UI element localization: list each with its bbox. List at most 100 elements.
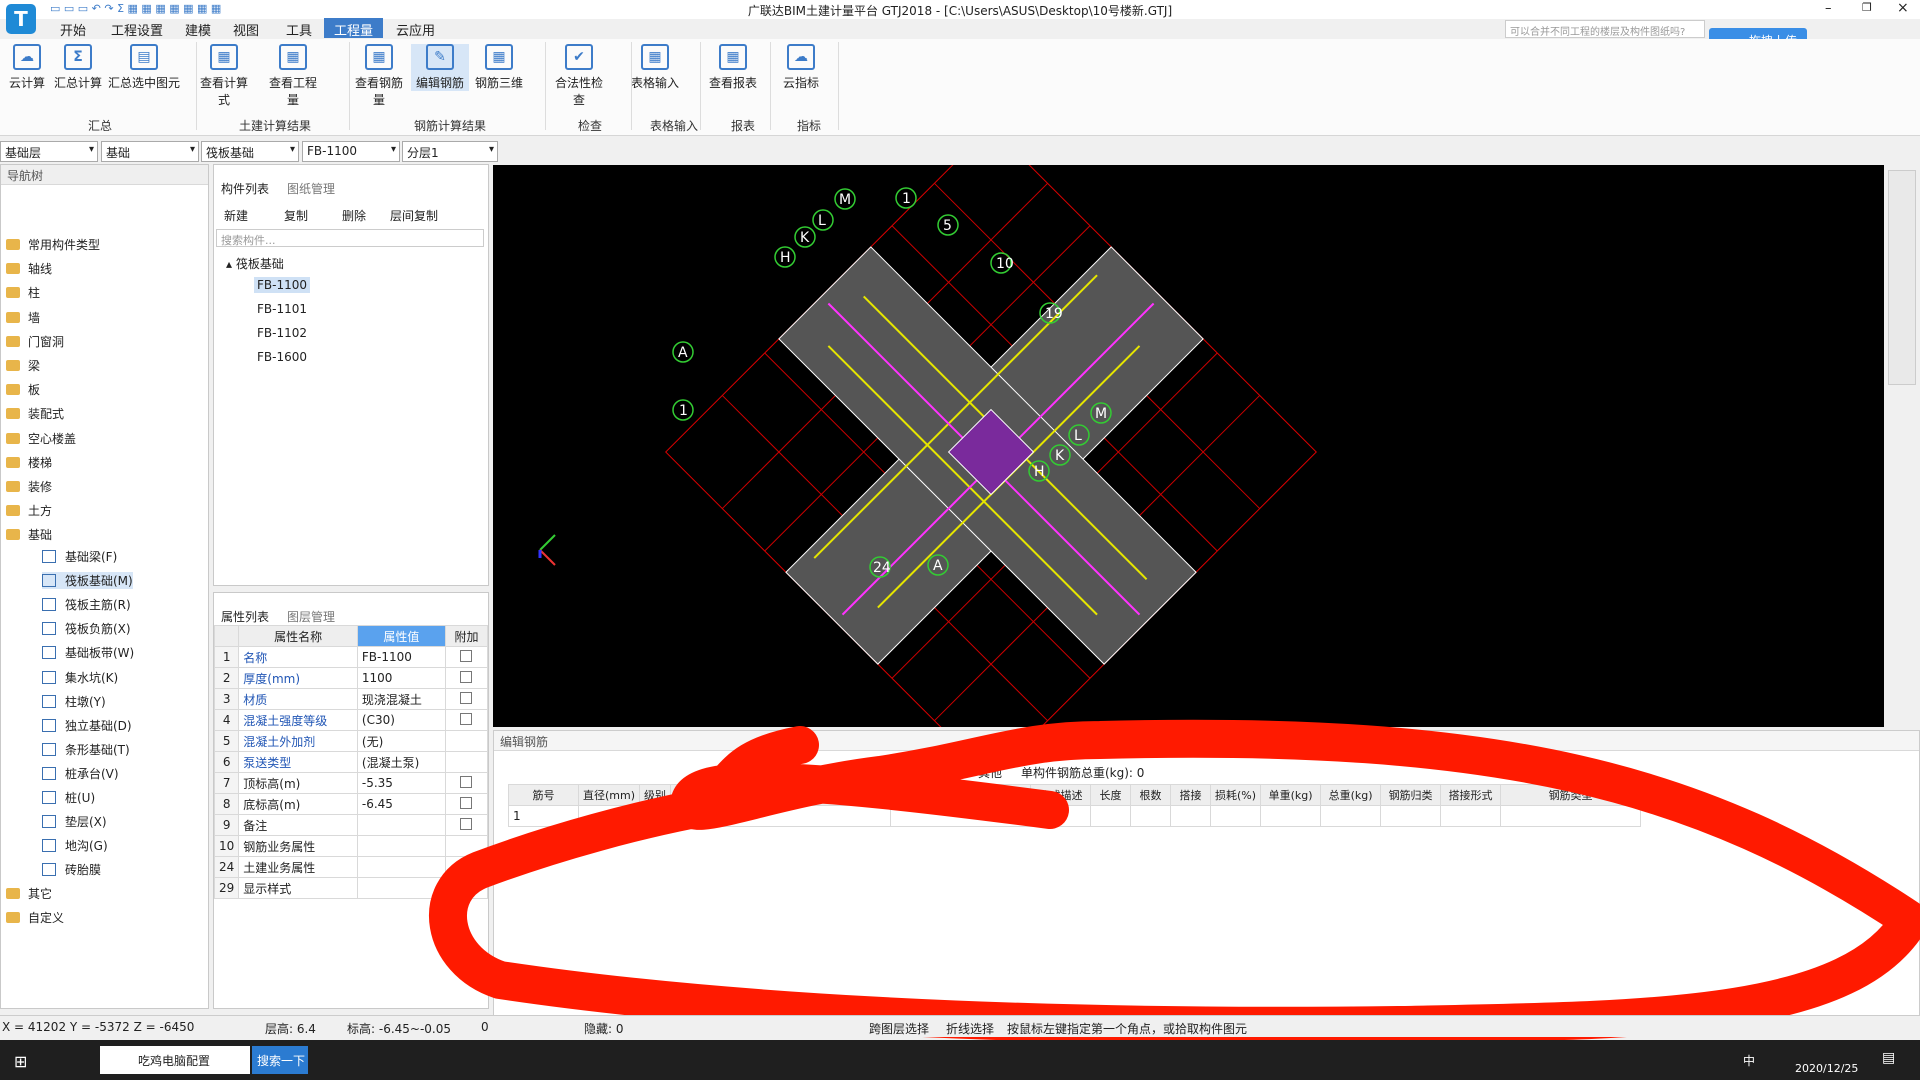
ribbon-button-label: 编辑钢筋	[415, 76, 464, 90]
filter-select-1[interactable]: 基础	[101, 141, 199, 162]
nav-subitem-label: 垫层(X)	[65, 815, 107, 830]
ribbon-group-label: 检查	[578, 119, 603, 133]
filter-select-2[interactable]: 筏板基础	[201, 141, 299, 162]
component-type-icon	[42, 742, 56, 756]
ribbon-button-label: 合法性检查	[554, 76, 603, 107]
nav-item-label: 其它	[28, 887, 53, 901]
nav-item[interactable]: 柱	[6, 284, 40, 301]
nav-subitem[interactable]: 桩(U)	[42, 789, 95, 806]
nav-item-label: 装修	[28, 480, 53, 494]
nav-subitem-label: 砖胎膜	[65, 863, 102, 878]
nav-subitem[interactable]: 独立基础(D)	[42, 717, 132, 734]
nav-item[interactable]: 其它	[6, 885, 52, 902]
taskbar-search-button[interactable]: 搜索一下	[252, 1046, 308, 1074]
menu-tab-5[interactable]: 工程量	[324, 18, 384, 39]
ribbon-button-4[interactable]: ▦ 查看工程量	[264, 44, 322, 108]
nav-item-label: 自定义	[28, 911, 65, 925]
taskbar: ⊞ 吃鸡电脑配置 搜索一下 中 2020/12/25 ▤	[0, 1040, 1920, 1080]
ribbon-separator	[196, 42, 197, 130]
nav-item[interactable]: 板	[6, 381, 40, 398]
menu-tab-3[interactable]: 视图	[233, 18, 259, 39]
nav-subitem[interactable]: 条形基础(T)	[42, 741, 130, 758]
nav-item[interactable]: 常用构件类型	[6, 236, 100, 253]
component-type-icon	[42, 791, 56, 804]
nav-subitem[interactable]: 垫层(X)	[42, 813, 107, 830]
nav-subitem[interactable]: 筏板基础(M)	[42, 572, 133, 590]
clock-date[interactable]: 2020/12/25	[1795, 1062, 1858, 1075]
menu-tab-1[interactable]: 工程设置	[111, 18, 163, 39]
nav-item[interactable]: 空心楼盖	[6, 430, 76, 447]
notification-icon[interactable]: ▤	[1882, 1050, 1895, 1066]
taskbar-app-browser[interactable]: 吃鸡电脑配置	[100, 1046, 250, 1074]
folder-icon	[6, 311, 20, 323]
folder-icon	[6, 432, 20, 444]
ribbon-icon-11: ☁	[787, 44, 815, 70]
nav-subitem[interactable]: 基础梁(F)	[42, 548, 117, 565]
folder-icon	[6, 529, 20, 541]
ribbon-button-label: 云计算	[8, 76, 45, 90]
ribbon-button-7[interactable]: ▦ 钢筋三维	[470, 44, 528, 91]
ribbon-button-1[interactable]: Σ 汇总计算	[49, 44, 107, 91]
ribbon-button-11[interactable]: ☁ 云指标	[772, 44, 830, 91]
nav-item[interactable]: 土方	[6, 502, 52, 519]
component-type-icon	[42, 863, 56, 877]
nav-item[interactable]: 自定义	[6, 909, 64, 926]
ribbon-icon-9: ▦	[641, 44, 669, 70]
component-type-icon	[42, 622, 56, 636]
ribbon-button-2[interactable]: ▤ 汇总选中图元	[104, 44, 184, 91]
ribbon-button-label: 汇总计算	[53, 76, 102, 90]
ime-indicator[interactable]: 中	[1743, 1052, 1755, 1069]
component-type-icon	[42, 646, 56, 660]
ribbon-button-10[interactable]: ▦ 查看报表	[704, 44, 762, 91]
menu-tab-4[interactable]: 工具	[286, 18, 312, 39]
nav-item[interactable]: 楼梯	[6, 454, 52, 471]
hint-text: 按鼠标左键指定第一个角点，或拾取构件图元	[1007, 1022, 1248, 1036]
filter-select-3[interactable]: FB-1100	[302, 141, 400, 162]
ribbon-button-8[interactable]: ✔ 合法性检查	[550, 44, 608, 108]
nav-subitem[interactable]: 柱墩(Y)	[42, 693, 106, 710]
nav-subitem[interactable]: 筏板主筋(R)	[42, 596, 131, 613]
ribbon-separator	[631, 42, 632, 130]
nav-item[interactable]: 轴线	[6, 260, 52, 277]
folder-icon	[6, 505, 20, 517]
nav-item-label: 常用构件类型	[28, 238, 101, 252]
nav-subitem[interactable]: 筏板负筋(X)	[42, 620, 131, 637]
windows-start-icon[interactable]: ⊞	[14, 1052, 27, 1071]
menu-tab-6[interactable]: 云应用	[396, 18, 435, 39]
folder-icon	[6, 384, 20, 396]
ribbon-button-label: 钢筋三维	[474, 76, 523, 90]
filter-select-4[interactable]: 分层1	[402, 141, 498, 162]
nav-item-label: 楼梯	[28, 455, 53, 470]
nav-item[interactable]: 门窗洞	[6, 333, 64, 350]
ribbon-button-0[interactable]: ☁ 云计算	[0, 44, 56, 91]
cross-layer-select-button[interactable]: 跨图层选择	[869, 1020, 929, 1037]
nav-item[interactable]: 装修	[6, 478, 52, 495]
nav-subitem-label: 桩(U)	[65, 791, 96, 805]
nav-subitem[interactable]: 集水坑(K)	[42, 669, 118, 686]
ribbon-button-label: 查看钢筋量	[354, 76, 403, 107]
nav-item[interactable]: 梁	[6, 357, 40, 374]
menu-tab-0[interactable]: 开始	[60, 18, 86, 39]
component-type-icon	[42, 550, 56, 563]
nav-subitem[interactable]: 地沟(G)	[42, 837, 108, 854]
nav-subitem[interactable]: 砖胎膜	[42, 861, 101, 878]
filter-select-0[interactable]: 基础层	[0, 141, 98, 162]
menu-tab-2[interactable]: 建模	[185, 18, 211, 39]
ribbon-button-5[interactable]: ▦ 查看钢筋量	[350, 44, 408, 108]
nav-subitem-label: 筏板主筋(R)	[65, 598, 131, 613]
ribbon-button-9[interactable]: ▦ 表格输入	[626, 44, 684, 91]
nav-item[interactable]: 墙	[6, 309, 40, 326]
nav-item-label: 土方	[28, 504, 53, 519]
red-annotation-stroke	[429, 719, 1920, 1045]
component-type-icon	[42, 718, 56, 732]
nav-item-label: 墙	[28, 310, 41, 325]
nav-item[interactable]: 装配式	[6, 405, 64, 422]
polyline-select-button[interactable]: 折线选择	[946, 1020, 994, 1037]
ribbon-button-6[interactable]: ✎ 编辑钢筋	[411, 44, 469, 91]
ribbon-button-3[interactable]: ▦ 查看计算式	[195, 44, 253, 108]
nav-subitem[interactable]: 基础板带(W)	[42, 644, 134, 661]
nav-item[interactable]: 基础	[6, 526, 52, 543]
folder-icon	[6, 335, 20, 347]
folder-icon	[6, 888, 20, 899]
nav-subitem[interactable]: 桩承台(V)	[42, 765, 119, 782]
